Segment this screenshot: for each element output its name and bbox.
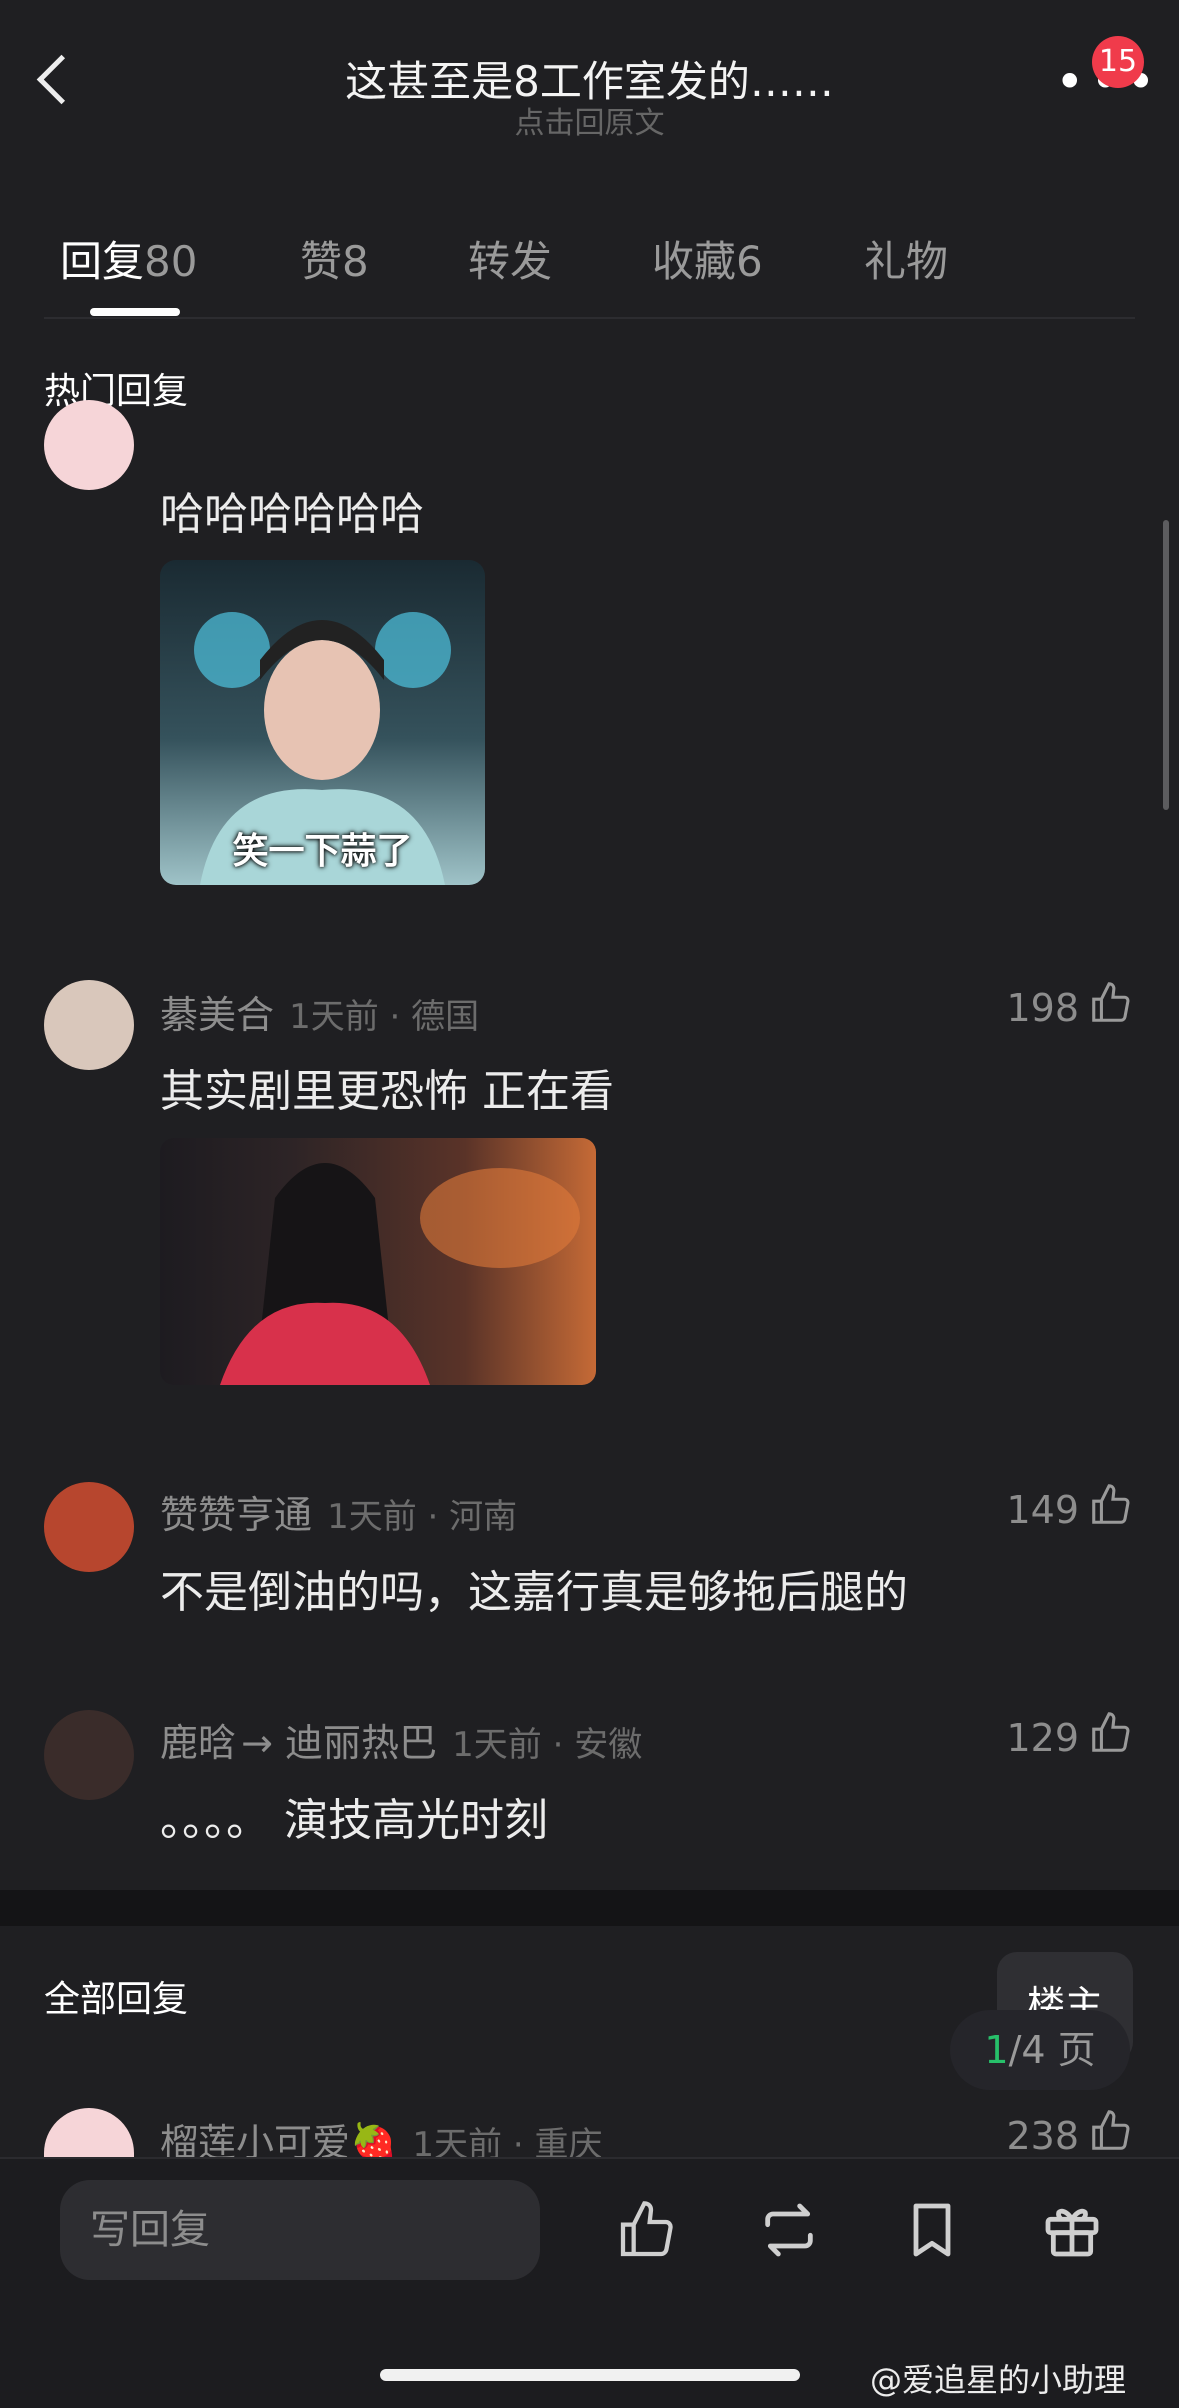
notification-badge: 15 bbox=[1092, 36, 1144, 88]
bookmark-icon[interactable] bbox=[900, 2198, 964, 2262]
comment-text: 哈哈哈哈哈哈 bbox=[160, 489, 424, 540]
repost-icon[interactable] bbox=[757, 2198, 821, 2262]
time-location: 1天前 · 安徽 bbox=[452, 1725, 643, 1765]
tab-gifts[interactable]: 礼物 bbox=[864, 228, 948, 289]
tab-replies[interactable]: 回复80 bbox=[60, 228, 197, 289]
like-count: 129 bbox=[1006, 1716, 1079, 1760]
like-count: 198 bbox=[1006, 986, 1079, 1030]
like-count: 238 bbox=[1006, 2114, 1079, 2158]
like-icon[interactable] bbox=[615, 2198, 679, 2262]
comment-text: 。。。。 演技高光时刻 bbox=[160, 1795, 548, 1846]
avatar[interactable] bbox=[44, 980, 134, 1070]
username[interactable]: 鹿晗 bbox=[160, 1721, 236, 1765]
time-location: 1天前 · 德国 bbox=[289, 997, 480, 1037]
comment-text: 不是倒油的吗，这嘉行真是够拖后腿的 bbox=[160, 1567, 908, 1618]
reply-arrow-icon: → bbox=[241, 1721, 286, 1765]
image-caption: 笑一下蒜了 bbox=[232, 831, 413, 872]
scrollbar[interactable] bbox=[1163, 520, 1169, 810]
all-replies-heading: 全部回复 bbox=[44, 1979, 189, 2020]
page-indicator[interactable]: 1/4 页 bbox=[950, 2010, 1130, 2090]
tab-likes[interactable]: 赞8 bbox=[300, 228, 369, 289]
reply-target-username[interactable]: 迪丽热巴 bbox=[285, 1721, 437, 1765]
tab-favorites[interactable]: 收藏6 bbox=[652, 228, 763, 289]
thumbs-up-icon[interactable] bbox=[1088, 1482, 1134, 1528]
tab-active-indicator bbox=[90, 308, 180, 316]
avatar[interactable] bbox=[44, 1482, 134, 1572]
time-location: 1天前 · 河南 bbox=[327, 1497, 518, 1537]
comment-header: 綦美合 1天前 · 德国 bbox=[160, 984, 479, 1039]
comment-image-illustration bbox=[220, 1163, 580, 1385]
username[interactable]: 綦美合 bbox=[160, 993, 274, 1037]
view-original-link[interactable]: 点击回原文 bbox=[0, 98, 1179, 142]
like-count: 149 bbox=[1006, 1488, 1079, 1532]
divider bbox=[44, 317, 1135, 319]
gift-icon[interactable] bbox=[1040, 2198, 1104, 2262]
thumbs-up-icon[interactable] bbox=[1088, 1710, 1134, 1756]
reply-input[interactable]: 写回复 bbox=[60, 2180, 540, 2280]
avatar[interactable] bbox=[44, 1710, 134, 1800]
username[interactable]: 赞赞亨通 bbox=[160, 1493, 312, 1537]
avatar[interactable] bbox=[44, 400, 134, 490]
watermark: @爱追星的小助理 bbox=[870, 2361, 1127, 2399]
thumbs-up-icon[interactable] bbox=[1088, 2108, 1134, 2154]
comment-image[interactable]: 笑一下蒜了 bbox=[160, 560, 485, 885]
comment-header: 赞赞亨通 1天前 · 河南 bbox=[160, 1484, 517, 1539]
comment-header: 鹿晗 → 迪丽热巴 1天前 · 安徽 bbox=[160, 1712, 642, 1767]
comment-image[interactable] bbox=[160, 1138, 596, 1385]
section-separator bbox=[0, 1890, 1179, 1926]
home-indicator bbox=[380, 2369, 800, 2381]
comment-text: 其实剧里更恐怖 正在看 bbox=[160, 1066, 614, 1117]
thumbs-up-icon[interactable] bbox=[1088, 980, 1134, 1026]
tab-reposts[interactable]: 转发 bbox=[468, 228, 552, 289]
avatar[interactable] bbox=[44, 2108, 134, 2158]
